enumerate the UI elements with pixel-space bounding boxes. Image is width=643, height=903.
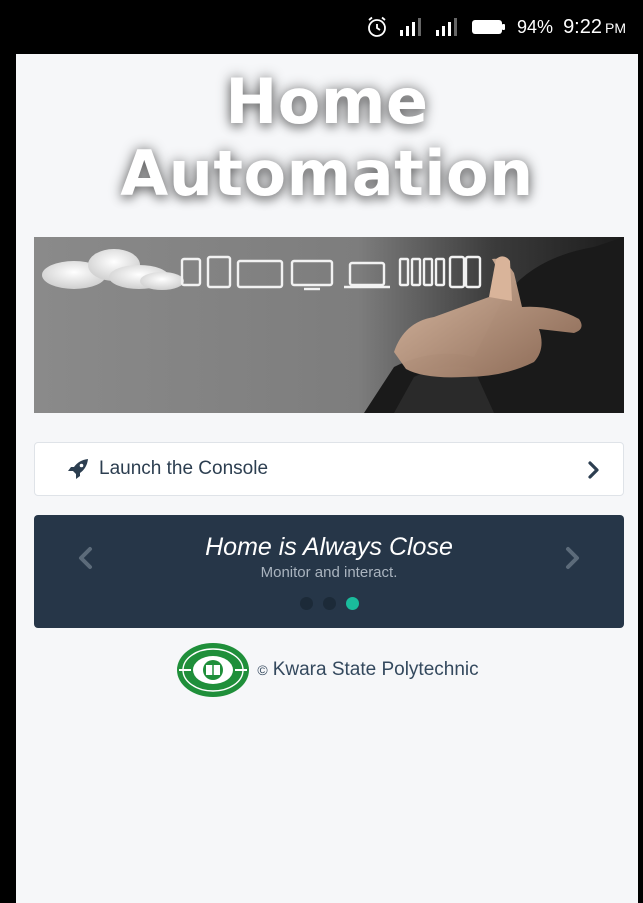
polytechnic-logo <box>175 641 251 699</box>
title-line-2: Automation <box>120 137 534 210</box>
banner-illustration <box>42 237 624 413</box>
institution-name: Kwara State Polytechnic <box>272 659 479 680</box>
status-clock: 9:22 PM <box>563 16 626 39</box>
app-screen: 94% 9:22 PM Home Automation Launch the C… <box>16 0 638 903</box>
clock-ampm: PM <box>605 19 626 36</box>
carousel: Home is Always Close Monitor and interac… <box>34 515 624 628</box>
status-icons: 94% 9:22 PM <box>365 0 626 54</box>
status-bar: 94% 9:22 PM <box>16 0 638 54</box>
battery-percent: 94% <box>517 16 554 37</box>
carousel-indicators <box>34 597 624 610</box>
rocket-icon <box>67 458 89 480</box>
slide-title: Home is Always Close <box>205 533 453 561</box>
chevron-right-icon <box>587 459 601 481</box>
page-title: Home Automation <box>16 66 638 210</box>
clock-time: 9:22 <box>563 15 602 38</box>
device-frame: 94% 9:22 PM Home Automation Launch the C… <box>0 0 643 903</box>
hero-banner-image <box>34 237 624 413</box>
title-line-1: Home <box>225 65 429 138</box>
launch-console-button[interactable]: Launch the Console <box>34 442 624 496</box>
slide-subtitle: Monitor and interact. <box>260 564 398 581</box>
devices-icon <box>180 255 482 291</box>
carousel-dot-2[interactable] <box>322 597 336 610</box>
copyright-symbol: © <box>257 662 268 678</box>
launch-console-label: Launch the Console <box>99 458 269 479</box>
carousel-dot-1[interactable] <box>299 597 313 610</box>
carousel-next-button[interactable] <box>560 543 584 573</box>
alarm-icon <box>365 15 389 39</box>
signal-icon <box>435 17 461 37</box>
carousel-dot-3[interactable] <box>345 597 359 610</box>
battery-icon <box>471 18 507 36</box>
signal-icon <box>399 17 425 37</box>
chevron-right-icon <box>566 547 579 569</box>
footer: © Kwara State Polytechnic <box>16 640 638 700</box>
cloud-icon <box>42 249 184 290</box>
